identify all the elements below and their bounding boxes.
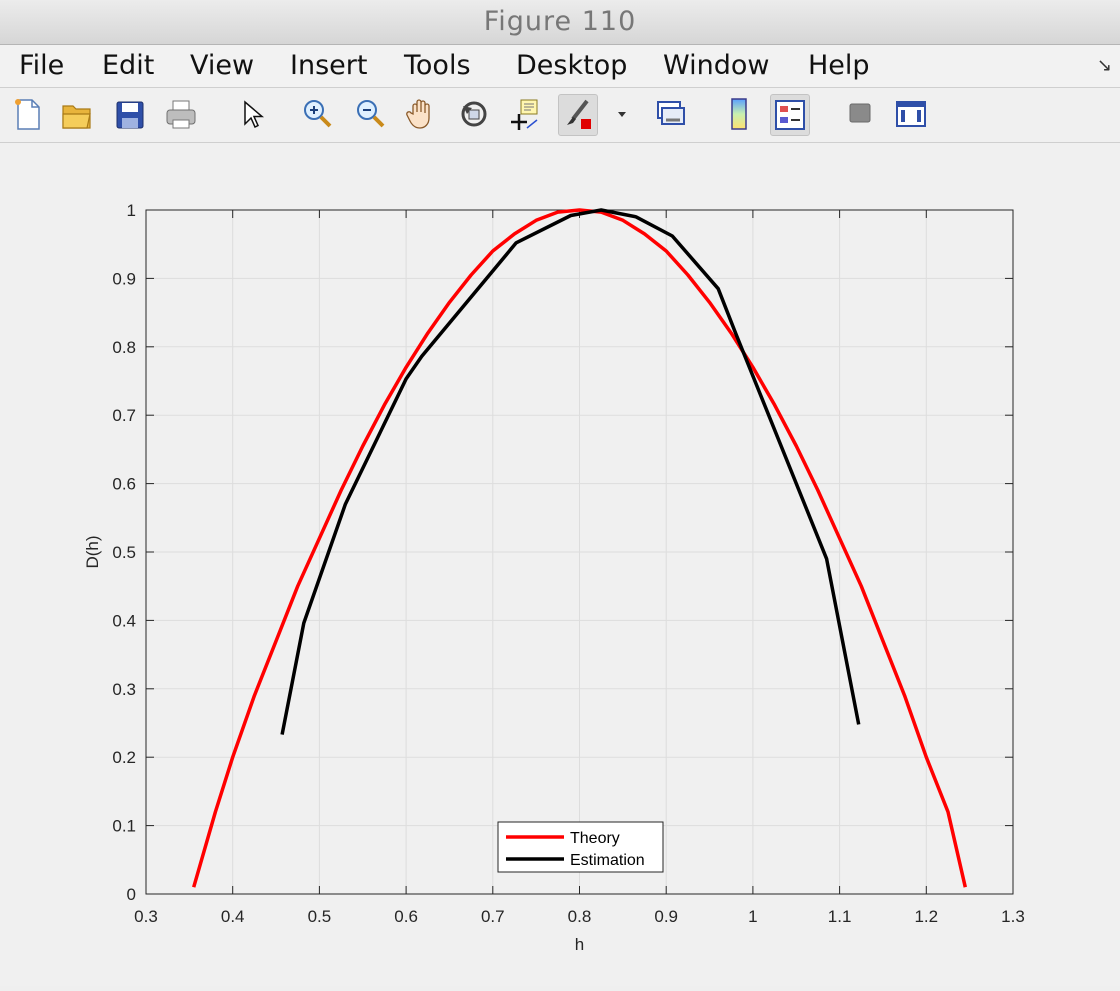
y-tick-label: 1	[127, 201, 136, 220]
show-plot-tools-icon[interactable]	[892, 94, 930, 134]
rotate-3d-icon[interactable]	[455, 94, 493, 134]
y-tick-label: 0.9	[112, 269, 136, 288]
pointer-icon[interactable]	[233, 94, 271, 134]
y-axis-label: D(h)	[83, 535, 102, 568]
x-tick-labels: 0.3 0.4 0.5 0.6 0.7 0.8 0.9 1 1.1 1.2 1.3	[134, 907, 1025, 926]
y-tick-label: 0.8	[112, 338, 136, 357]
x-tick-label: 1.1	[828, 907, 852, 926]
x-tick-label: 0.8	[568, 907, 592, 926]
x-tick-label: 0.9	[654, 907, 678, 926]
x-tick-label: 0.5	[308, 907, 332, 926]
hide-plot-tools-icon[interactable]	[841, 94, 879, 134]
y-tick-label: 0.1	[112, 817, 136, 836]
y-tick-labels: 0 0.1 0.2 0.3 0.4 0.5 0.6 0.7 0.8 0.9 1	[112, 201, 136, 904]
menu-view[interactable]: View	[190, 50, 254, 81]
data-cursor-icon[interactable]	[507, 94, 545, 134]
x-tick-label: 0.7	[481, 907, 505, 926]
y-tick-label: 0.4	[112, 611, 136, 630]
menu-insert[interactable]: Insert	[290, 50, 367, 81]
y-tick-label: 0.5	[112, 543, 136, 562]
zoom-in-icon[interactable]	[298, 94, 336, 134]
menu-bar: File Edit View Insert Tools Desktop Wind…	[0, 45, 1120, 88]
legend-label-theory: Theory	[570, 830, 620, 847]
window-titlebar: Figure 110	[0, 0, 1120, 45]
dropdown-arrow-icon[interactable]	[603, 94, 629, 134]
x-tick-label: 1	[748, 907, 757, 926]
legend-icon[interactable]	[770, 94, 810, 136]
x-axis-label: h	[575, 935, 584, 954]
menu-edit[interactable]: Edit	[102, 50, 154, 81]
y-tick-label: 0.7	[112, 406, 136, 425]
menu-file[interactable]: File	[19, 50, 64, 81]
y-tick-label: 0	[127, 885, 136, 904]
y-tick-label: 0.3	[112, 680, 136, 699]
brush-icon[interactable]	[558, 94, 598, 136]
colorbar-icon[interactable]	[721, 94, 759, 134]
legend-label-estimation: Estimation	[570, 852, 645, 869]
save-icon[interactable]	[111, 94, 149, 134]
menu-desktop[interactable]: Desktop	[516, 50, 627, 81]
menu-window[interactable]: Window	[663, 50, 769, 81]
plot-svg[interactable]: 0.3 0.4 0.5 0.6 0.7 0.8 0.9 1 1.1 1.2 1.3 00.10.20…	[0, 143, 1120, 986]
x-tick-label: 0.6	[394, 907, 418, 926]
x-tick-label: 0.4	[221, 907, 245, 926]
y-tick-label: 0.2	[112, 748, 136, 767]
zoom-out-icon[interactable]	[351, 94, 389, 134]
pan-hand-icon[interactable]	[403, 94, 441, 134]
legend[interactable]: Theory Estimation	[497, 821, 664, 873]
print-icon[interactable]	[162, 94, 200, 134]
menu-tools[interactable]: Tools	[404, 50, 471, 81]
y-tick-label: 0.6	[112, 475, 136, 494]
figure-canvas: 0.3 0.4 0.5 0.6 0.7 0.8 0.9 1 1.1 1.2 1.3 0 0.1 0.2 0…	[0, 143, 1120, 986]
x-tick-label: 0.3	[134, 907, 158, 926]
link-plot-icon[interactable]	[652, 94, 690, 134]
figure-toolbar	[0, 88, 1120, 143]
new-file-icon[interactable]	[8, 94, 46, 134]
dock-icon[interactable]: ↘	[1097, 55, 1112, 76]
series-line-estimation	[280, 208, 861, 735]
menu-help[interactable]: Help	[808, 50, 870, 81]
x-tick-label: 1.2	[914, 907, 938, 926]
grid	[146, 210, 1013, 894]
x-tick-label: 1.3	[1001, 907, 1025, 926]
window-title: Figure 110	[483, 6, 637, 37]
open-folder-icon[interactable]	[58, 94, 96, 134]
